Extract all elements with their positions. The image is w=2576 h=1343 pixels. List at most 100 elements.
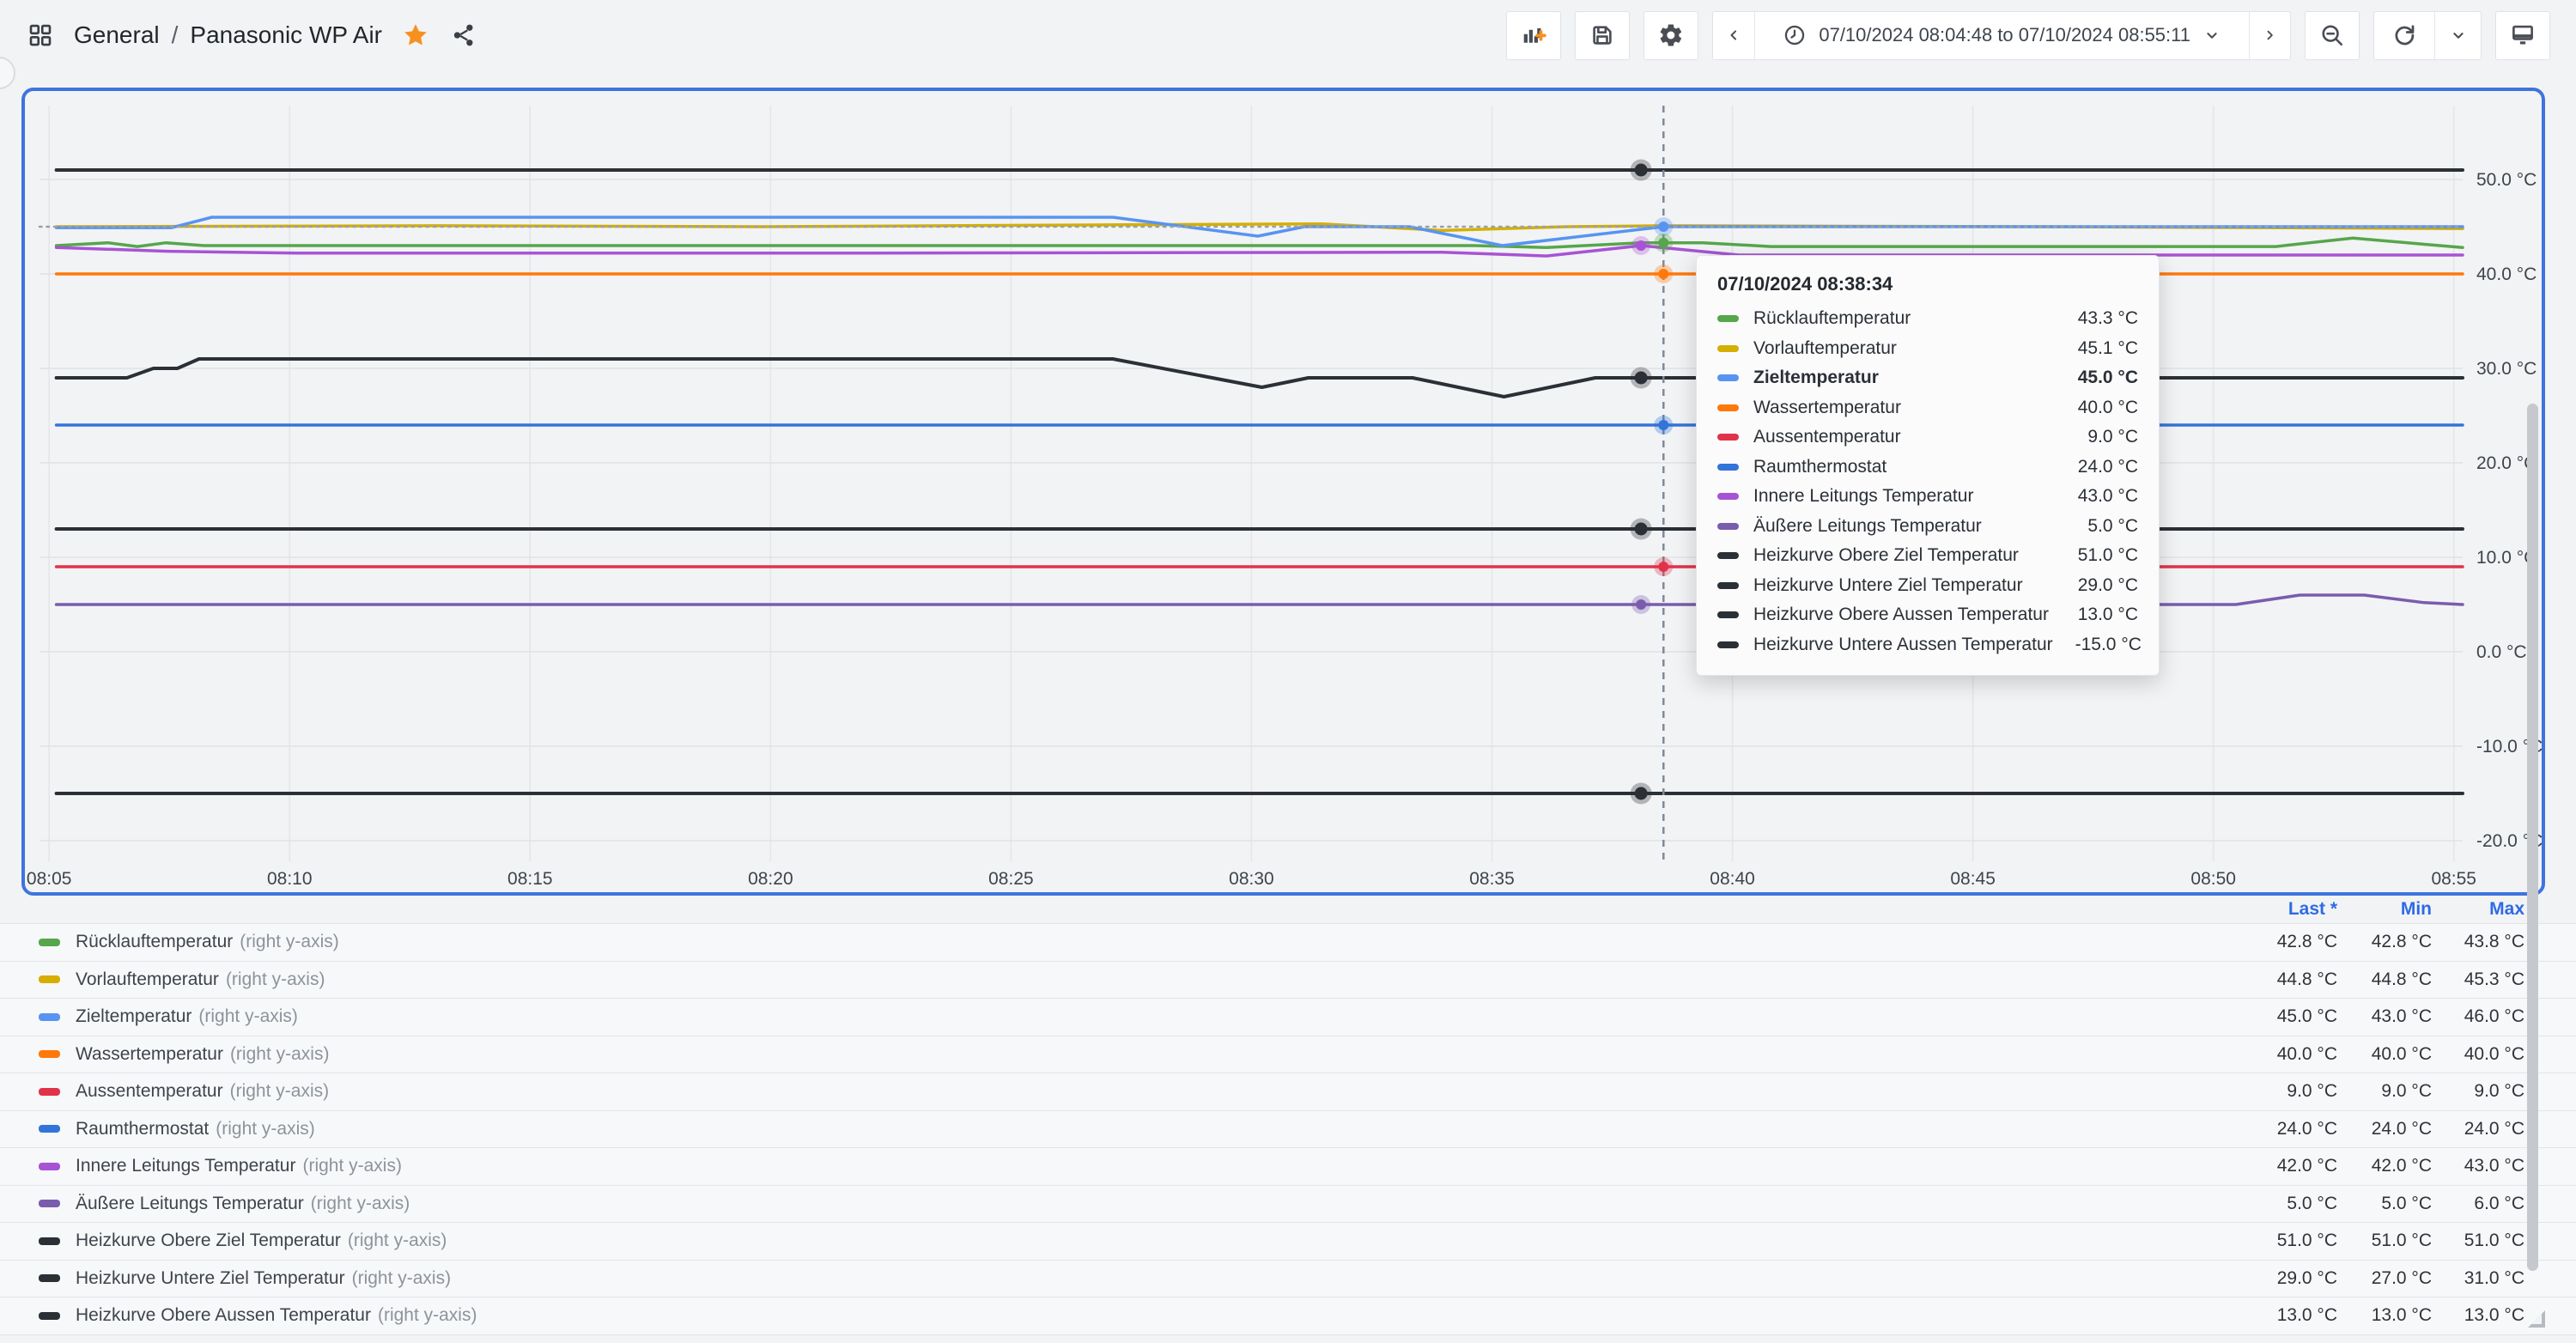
last-value: 29.0 °C (2190, 1268, 2337, 1289)
series-color-swatch (1717, 611, 1739, 618)
series-name: Rücklauftemperatur (76, 932, 233, 952)
max-value: 45.3 °C (2432, 969, 2524, 990)
legend-series-toggle[interactable]: Heizkurve Untere Ziel Temperatur (right … (0, 1268, 2190, 1289)
dashboards-grid-icon[interactable] (26, 21, 55, 50)
series-label: Äußere Leitungs Temperatur (1753, 516, 2065, 537)
legend-series-toggle[interactable]: Aussentemperatur (right y-axis) (0, 1081, 2190, 1102)
last-value: 13.0 °C (2190, 1305, 2337, 1326)
max-value: 43.8 °C (2432, 932, 2524, 952)
page-scrollbar-thumb[interactable] (2527, 404, 2538, 1271)
series-label: Vorlauftemperatur (1753, 338, 2056, 359)
series-name: Vorlauftemperatur (76, 969, 219, 990)
max-value: 6.0 °C (2432, 1194, 2524, 1214)
last-value: 40.0 °C (2190, 1044, 2337, 1065)
legend-series-toggle[interactable]: Vorlauftemperatur (right y-axis) (0, 969, 2190, 990)
tooltip-series-row: Heizkurve Untere Ziel Temperatur 29.0 °C (1717, 571, 2138, 601)
time-range-text: 07/10/2024 08:04:48 to 07/10/2024 08:55:… (1819, 24, 2190, 46)
legend-header-min[interactable]: Min (2337, 899, 2432, 920)
max-value: 9.0 °C (2432, 1081, 2524, 1102)
breadcrumb-folder[interactable]: General (74, 21, 160, 49)
series-value: 45.1 °C (2078, 338, 2138, 359)
max-value: 24.0 °C (2432, 1119, 2524, 1139)
series-name: Raumthermostat (76, 1119, 209, 1139)
series-name: Heizkurve Obere Aussen Temperatur (76, 1305, 371, 1326)
max-value: 31.0 °C (2432, 1268, 2524, 1289)
series-color-swatch (39, 1274, 60, 1282)
refresh-interval-dropdown[interactable] (2434, 12, 2481, 59)
legend-series-toggle[interactable]: Heizkurve Obere Aussen Temperatur (right… (0, 1305, 2190, 1326)
series-color-swatch (1717, 404, 1739, 411)
chevron-down-icon (2202, 26, 2221, 45)
series-label: Heizkurve Untere Ziel Temperatur (1753, 575, 2056, 596)
time-shift-back-button[interactable] (1713, 12, 1754, 59)
legend-header-row: Last * Min Max (0, 896, 2576, 923)
series-name: Äußere Leitungs Temperatur (76, 1194, 304, 1214)
legend-header-last[interactable]: Last * (2190, 899, 2337, 920)
time-shift-forward-button[interactable] (2249, 12, 2290, 59)
save-dashboard-button[interactable] (1575, 11, 1630, 60)
series-label: Aussentemperatur (1753, 427, 2065, 447)
legend-row: Raumthermostat (right y-axis) 24.0 °C 24… (0, 1110, 2576, 1148)
chart-tooltip: 07/10/2024 08:38:34 Rücklauftemperatur 4… (1696, 255, 2160, 676)
series-name: Innere Leitungs Temperatur (76, 1156, 295, 1176)
timeseries-panel[interactable] (21, 88, 2545, 896)
time-range-button[interactable]: 07/10/2024 08:04:48 to 07/10/2024 08:55:… (1754, 12, 2249, 59)
share-icon[interactable] (449, 21, 478, 50)
kiosk-mode-button[interactable] (2495, 11, 2550, 60)
tooltip-series-row: Raumthermostat 24.0 °C (1717, 453, 2138, 483)
series-color-swatch (1717, 523, 1739, 530)
series-value: 43.0 °C (2078, 486, 2138, 507)
legend-series-toggle[interactable]: Heizkurve Obere Ziel Temperatur (right y… (0, 1231, 2190, 1251)
tooltip-series-row: Äußere Leitungs Temperatur 5.0 °C (1717, 512, 2138, 542)
tooltip-series-row: Zieltemperatur 45.0 °C (1717, 363, 2138, 393)
legend-series-toggle[interactable]: Rücklauftemperatur (right y-axis) (0, 932, 2190, 952)
min-value: 44.8 °C (2337, 969, 2432, 990)
series-label: Heizkurve Obere Ziel Temperatur (1753, 545, 2056, 566)
axis-note: (right y-axis) (352, 1268, 452, 1289)
legend-series-toggle[interactable]: Äußere Leitungs Temperatur (right y-axis… (0, 1194, 2190, 1214)
legend-series-toggle[interactable]: Zieltemperatur (right y-axis) (0, 1006, 2190, 1027)
clock-icon (1783, 23, 1807, 47)
top-nav-bar: General / Panasonic WP Air (0, 0, 2576, 70)
last-value: 42.0 °C (2190, 1156, 2337, 1176)
series-label: Innere Leitungs Temperatur (1753, 486, 2056, 507)
series-color-swatch (39, 1125, 60, 1133)
add-panel-button[interactable] (1506, 11, 1561, 60)
min-value: 42.8 °C (2337, 932, 2432, 952)
series-color-swatch (1717, 641, 1739, 648)
legend-row: Wassertemperatur (right y-axis) 40.0 °C … (0, 1036, 2576, 1073)
favorite-star-icon[interactable] (401, 21, 430, 50)
series-color-swatch (39, 1088, 60, 1096)
legend-series-toggle[interactable]: Wassertemperatur (right y-axis) (0, 1044, 2190, 1065)
last-value: 42.8 °C (2190, 932, 2337, 952)
last-value: 45.0 °C (2190, 1006, 2337, 1027)
refresh-button[interactable] (2374, 12, 2434, 59)
breadcrumb: General / Panasonic WP Air (74, 21, 382, 49)
min-value: 51.0 °C (2337, 1231, 2432, 1251)
series-name: Heizkurve Untere Ziel Temperatur (76, 1268, 345, 1289)
series-color-swatch (39, 1163, 60, 1170)
series-color-swatch (39, 1237, 60, 1245)
min-value: 40.0 °C (2337, 1044, 2432, 1065)
series-value: 5.0 °C (2087, 516, 2138, 537)
series-label: Heizkurve Untere Aussen Temperatur (1753, 635, 2053, 655)
tooltip-series-row: Heizkurve Obere Aussen Temperatur 13.0 °… (1717, 600, 2138, 630)
legend-row: Heizkurve Untere Ziel Temperatur (right … (0, 1260, 2576, 1297)
series-color-swatch (39, 1050, 60, 1058)
legend-series-toggle[interactable]: Innere Leitungs Temperatur (right y-axis… (0, 1156, 2190, 1176)
axis-note: (right y-axis) (311, 1194, 410, 1214)
zoom-out-time-button[interactable] (2305, 11, 2360, 60)
axis-note: (right y-axis) (348, 1231, 447, 1251)
page-title: Panasonic WP Air (190, 21, 382, 49)
legend-series-toggle[interactable]: Raumthermostat (right y-axis) (0, 1119, 2190, 1139)
series-value: 45.0 °C (2078, 368, 2138, 388)
tooltip-series-row: Heizkurve Obere Ziel Temperatur 51.0 °C (1717, 541, 2138, 571)
tooltip-series-row: Vorlauftemperatur 45.1 °C (1717, 334, 2138, 364)
legend-row: Zieltemperatur (right y-axis) 45.0 °C 43… (0, 998, 2576, 1036)
axis-note: (right y-axis) (216, 1119, 315, 1139)
dashboard-settings-button[interactable] (1643, 11, 1698, 60)
legend-header-max[interactable]: Max (2432, 899, 2524, 920)
axis-note: (right y-axis) (302, 1156, 402, 1176)
last-value: 5.0 °C (2190, 1194, 2337, 1214)
series-label: Raumthermostat (1753, 457, 2056, 477)
